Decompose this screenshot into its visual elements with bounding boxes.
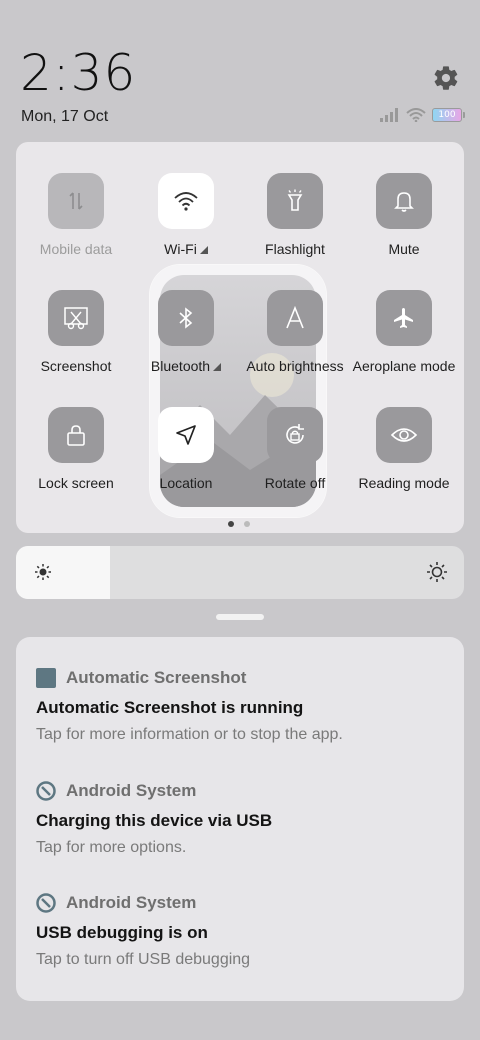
wifi-button[interactable]: [158, 173, 214, 229]
reading-mode-button[interactable]: [376, 407, 432, 463]
tile-flashlight[interactable]: Flashlight: [240, 173, 350, 257]
notification-header: Android System: [36, 893, 446, 913]
android-system-icon: [36, 893, 56, 913]
flashlight-icon: [287, 189, 303, 211]
bluetooth-button[interactable]: [158, 290, 214, 346]
notification-app-name: Android System: [66, 893, 197, 912]
tile-location[interactable]: Location: [131, 407, 241, 491]
tile-bluetooth[interactable]: Bluetooth: [131, 290, 241, 374]
brightness-slider[interactable]: [16, 546, 464, 599]
page-dot[interactable]: [244, 521, 250, 527]
signal-icon: [380, 108, 398, 122]
location-arrow-icon: [176, 425, 196, 445]
notification-app-name: Android System: [66, 781, 197, 800]
location-button[interactable]: [158, 407, 214, 463]
notification-title: Automatic Screenshot is running: [36, 698, 304, 717]
notification-item[interactable]: Android System Charging this device via …: [36, 781, 446, 857]
android-system-icon: [36, 781, 56, 801]
wifi-label: Wi-Fi: [164, 241, 197, 257]
tile-screenshot[interactable]: Screenshot: [21, 290, 131, 374]
tile-label: Rotate off: [264, 475, 326, 491]
flashlight-button[interactable]: [267, 173, 323, 229]
mute-button[interactable]: [376, 173, 432, 229]
bell-icon: [394, 192, 414, 212]
settings-gear-icon[interactable]: [432, 64, 460, 92]
notification-item[interactable]: Android System USB debugging is on Tap t…: [36, 893, 446, 969]
tile-label: Mobile data: [39, 241, 113, 257]
tile-label: Mute: [388, 241, 420, 257]
wifi-status-icon: [406, 108, 426, 122]
expand-triangle-icon[interactable]: [199, 246, 208, 254]
tile-label: Reading mode: [358, 475, 450, 491]
tile-label: Bluetooth: [131, 358, 241, 374]
notification-app-name: Automatic Screenshot: [66, 668, 247, 687]
battery-icon: 100: [432, 108, 465, 122]
wifi-icon: [174, 192, 198, 211]
tile-mute[interactable]: Mute: [349, 173, 459, 257]
mobile-data-button[interactable]: [48, 173, 104, 229]
airplane-icon: [394, 308, 413, 328]
tile-aeroplane-mode[interactable]: Aeroplane mode: [349, 290, 459, 374]
status-icons: 100: [380, 108, 465, 122]
tile-auto-brightness[interactable]: Auto brightness: [240, 290, 350, 374]
battery-level: 100: [438, 110, 456, 120]
tile-label: Lock screen: [38, 475, 114, 491]
page-dot-active[interactable]: [228, 521, 234, 527]
notification-text: Tap for more information or to stop the …: [36, 726, 343, 743]
tile-label: Flashlight: [265, 241, 325, 257]
clock: 2:36: [20, 44, 137, 102]
rotate-lock-icon: [286, 424, 304, 444]
mobile-data-icon: [69, 192, 83, 210]
lock-icon: [67, 425, 85, 446]
notification-title: USB debugging is on: [36, 923, 208, 942]
aeroplane-mode-button[interactable]: [376, 290, 432, 346]
page-indicator: [228, 521, 250, 527]
auto-brightness-icon: [286, 306, 304, 329]
screenshot-icon: [64, 307, 88, 330]
notification-header: Automatic Screenshot: [36, 668, 446, 688]
tile-mobile-data[interactable]: Mobile data: [21, 173, 131, 257]
screenshot-button[interactable]: [48, 290, 104, 346]
date: Mon, 17 Oct: [21, 108, 109, 125]
app-square-icon: [36, 668, 56, 688]
bluetooth-icon: [179, 307, 193, 329]
bluetooth-label: Bluetooth: [150, 358, 211, 374]
expand-triangle-icon[interactable]: [213, 363, 222, 371]
drag-handle[interactable]: [216, 614, 264, 620]
notification-text: Tap for more options.: [36, 839, 187, 856]
notification-item[interactable]: Automatic Screenshot Automatic Screensho…: [36, 668, 446, 744]
tile-label: Aeroplane mode: [352, 358, 456, 374]
tile-label: Location: [159, 475, 213, 491]
auto-brightness-button[interactable]: [267, 290, 323, 346]
brightness-high-icon: [427, 562, 447, 582]
rotate-button[interactable]: [267, 407, 323, 463]
notification-text: Tap to turn off USB debugging: [36, 951, 251, 968]
lock-screen-button[interactable]: [48, 407, 104, 463]
tile-rotate[interactable]: Rotate off: [240, 407, 350, 491]
eye-icon: [390, 428, 418, 442]
notification-header: Android System: [36, 781, 446, 801]
tile-label: Screenshot: [40, 358, 112, 374]
tile-label: Wi-Fi: [131, 241, 241, 257]
brightness-fill: [16, 546, 111, 599]
tile-lock-screen[interactable]: Lock screen: [21, 407, 131, 491]
brightness-low-icon: [35, 564, 51, 580]
tile-label: Auto brightness: [246, 358, 344, 374]
tile-wifi[interactable]: Wi-Fi: [131, 173, 241, 257]
notification-title: Charging this device via USB: [36, 811, 273, 830]
tile-reading-mode[interactable]: Reading mode: [349, 407, 459, 491]
